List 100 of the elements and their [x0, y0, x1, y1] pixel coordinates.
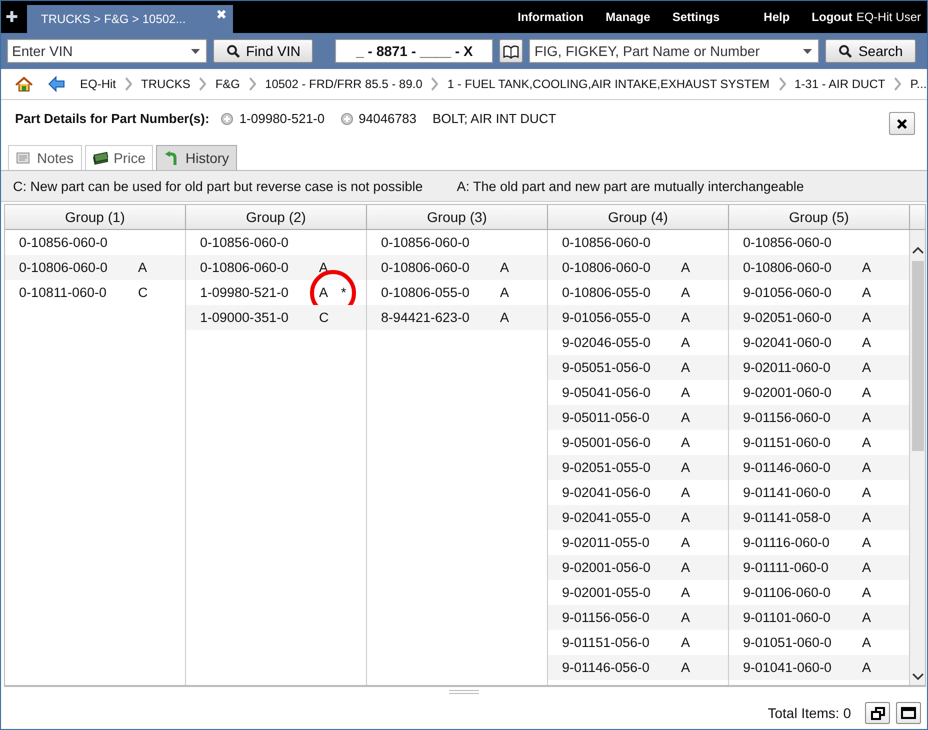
tab[interactable]: History: [156, 145, 238, 170]
part-number-cell-text: 9-02001-060-0: [743, 385, 833, 400]
breadcrumb-link[interactable]: P...: [910, 77, 927, 91]
interchange-code: A: [681, 435, 692, 450]
plus-circle-icon: [221, 112, 234, 124]
part-number-cell-text: 9-02011-060-0: [743, 360, 832, 375]
total-items: Total Items: 0: [768, 705, 851, 721]
column-header[interactable]: Group (1): [5, 205, 186, 229]
splitter-grip-icon: [449, 690, 479, 694]
part-number-cell-text: 9-02001-056-0: [562, 560, 652, 575]
part-number-cell-text: 9-01151-060-0: [743, 435, 832, 450]
breadcrumb-link[interactable]: 10502 - FRD/FRR 85.5 - 89.0: [265, 77, 422, 91]
part-details-label: Part Details for Part Number(s):: [15, 111, 210, 126]
dropdown-caret-icon: [803, 48, 812, 54]
tab[interactable]: Notes: [8, 145, 82, 170]
search-button[interactable]: Search: [825, 39, 916, 63]
part-number-cell-text: 9-01146-056-0: [562, 660, 651, 675]
part-number-cell-text: 9-05051-056-0: [562, 360, 652, 375]
part-number-cell-text: 8-94421-623-0: [381, 310, 471, 325]
interchange-code: A: [681, 285, 692, 300]
part-number-cell-text: 9-01056-055-0: [562, 310, 652, 325]
chevron-icon: [125, 77, 132, 91]
part-search-field[interactable]: FIG, FIGKEY, Part Name or Number: [529, 39, 820, 63]
document-tab[interactable]: TRUCKS > F&G > 10502... ✖: [27, 5, 233, 33]
part-number: 1-09980-521-0: [239, 111, 325, 126]
part-number-cell-text: 9-01041-060-0: [743, 660, 833, 675]
interchange-code: A: [681, 660, 692, 675]
interchange-code: A: [681, 410, 692, 425]
maximize-icon: [901, 707, 916, 719]
close-tab-button[interactable]: ✖: [216, 7, 227, 22]
user-name: EQ-Hit User: [856, 10, 921, 24]
interchange-code: A: [862, 260, 872, 275]
chevron-icon: [249, 77, 256, 91]
add-tab-button[interactable]: ✚: [1, 1, 23, 33]
interchange-code: A: [862, 360, 872, 375]
column-header[interactable]: Group (4): [548, 205, 729, 229]
column-header[interactable]: Group (5): [729, 205, 910, 229]
interchange-code: A: [500, 310, 510, 325]
interchange-code: A: [862, 460, 872, 475]
interchange-code: A: [681, 560, 692, 575]
legend-text: C: New part can be used for old part but reverse case is not possible: [13, 178, 423, 194]
dropdown-caret-icon: [191, 48, 200, 54]
catalog-button[interactable]: [499, 39, 524, 63]
interchange-code: A: [681, 335, 692, 350]
interchange-code: A: [862, 310, 872, 325]
interchange-code: A: [681, 310, 692, 325]
part-number-cell-text: 0-10806-060-0: [743, 260, 833, 275]
part-number-cell-text: 0-10806-060-0: [562, 260, 652, 275]
breadcrumb-link[interactable]: EQ-Hit: [80, 77, 116, 91]
menu-item[interactable]: Information: [518, 10, 584, 24]
tab[interactable]: Price: [84, 145, 154, 170]
restore-window-button[interactable]: [865, 702, 890, 724]
interchange-code: A: [319, 285, 330, 300]
scroll-down-icon: [912, 672, 924, 681]
part-number-cell-text: 0-10856-060-0: [743, 235, 833, 250]
part-number-cell-text: 9-02046-055-0: [562, 335, 652, 350]
breadcrumb-link[interactable]: 1 - FUEL TANK,COOLING,AIR INTAKE,EXHAUST SYSTEM: [447, 77, 770, 91]
part-number-cell-text: 9-05001-056-0: [562, 435, 652, 450]
breadcrumb-link[interactable]: F&G: [215, 77, 240, 91]
scrollbar[interactable]: [910, 230, 925, 685]
search-icon: [838, 44, 852, 58]
part-number-cell-text: 9-01056-060-0: [743, 285, 833, 300]
interchange-code: A: [681, 385, 692, 400]
part-number-cell-text: 9-02011-055-0: [562, 535, 651, 550]
close-button[interactable]: [889, 112, 915, 135]
interchange-code: A: [862, 385, 872, 400]
vin-pattern-field[interactable]: _ - 8871 - ____ - X: [335, 39, 494, 63]
menu-item[interactable]: Help: [764, 10, 790, 24]
interchange-code: A: [500, 285, 510, 300]
home-icon: [15, 76, 33, 92]
chevron-icon: [199, 77, 206, 91]
part-number-cell-text: 0-10806-060-0: [200, 260, 290, 275]
interchange-code: A: [681, 510, 692, 525]
part-number-cell-text: 9-02051-060-0: [743, 310, 833, 325]
part-number-cell-text: 9-05011-056-0: [562, 410, 651, 425]
menu-item[interactable]: Logout: [812, 10, 852, 24]
column-header[interactable]: Group (2): [186, 205, 367, 229]
part-number-cell-text: 9-01141-058-0: [743, 510, 832, 525]
maximize-window-button[interactable]: [896, 702, 921, 724]
interchange-code: A: [862, 335, 872, 350]
scroll-thumb[interactable]: [912, 261, 924, 451]
menu-item[interactable]: Settings: [672, 10, 720, 24]
part-number-cell-text: 9-01151-056-0: [562, 635, 651, 650]
interchange-code: A: [862, 285, 872, 300]
interchange-code: A: [681, 635, 692, 650]
column-header[interactable]: Group (3): [367, 205, 548, 229]
interchange-code: A: [862, 435, 872, 450]
breadcrumb-link[interactable]: TRUCKS: [141, 77, 190, 91]
part-number-cell-text: 9-02051-055-0: [562, 460, 652, 475]
vin-field[interactable]: Enter VIN: [7, 39, 207, 63]
interchange-code: A: [862, 535, 872, 550]
menu-item[interactable]: Manage: [606, 10, 650, 24]
find-vin-button[interactable]: Find VIN: [213, 39, 314, 63]
breadcrumb-link[interactable]: 1-31 - AIR DUCT: [794, 77, 886, 91]
part-number-cell-text: 9-02001-055-0: [562, 585, 652, 600]
part-number-cell-text: 1-09980-521-0: [200, 285, 290, 300]
part-number-cell-text: 0-10856-060-0: [200, 235, 290, 250]
plus-circle-icon: [340, 112, 353, 124]
part-number-cell-text: 9-05041-056-0: [562, 385, 652, 400]
part-number-cell-text: 0-10856-060-0: [19, 235, 109, 250]
